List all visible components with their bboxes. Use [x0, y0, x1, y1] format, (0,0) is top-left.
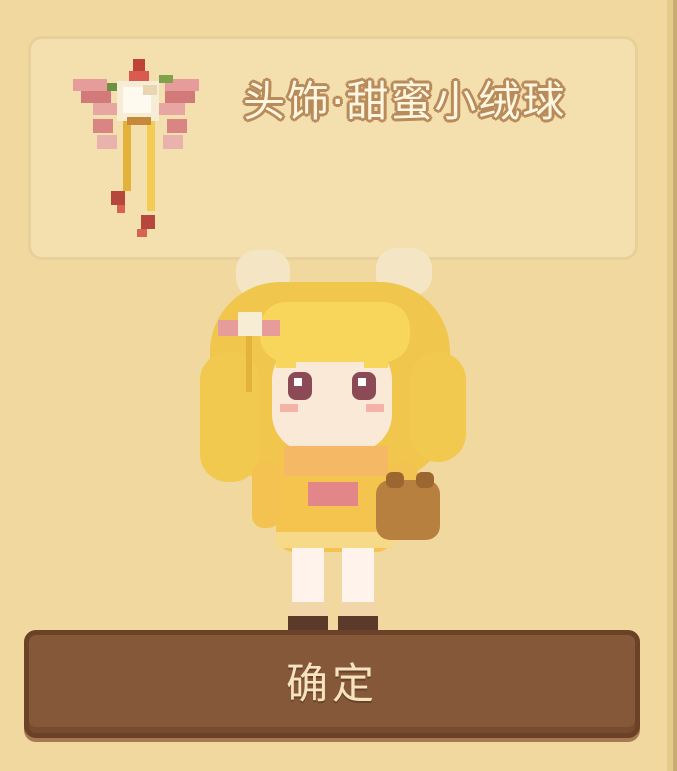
reward-panel: 头饰·甜蜜小绒球 确定 [0, 0, 677, 771]
confirm-button-label: 确定 [285, 659, 378, 708]
item-card: 头饰·甜蜜小绒球 [28, 36, 638, 260]
confirm-button[interactable]: 确定 [24, 630, 640, 738]
character-sprite [200, 248, 466, 630]
panel-edge [673, 0, 677, 771]
hair-ornament-icon [73, 59, 199, 237]
item-name: 头饰·甜蜜小绒球 [243, 77, 567, 126]
